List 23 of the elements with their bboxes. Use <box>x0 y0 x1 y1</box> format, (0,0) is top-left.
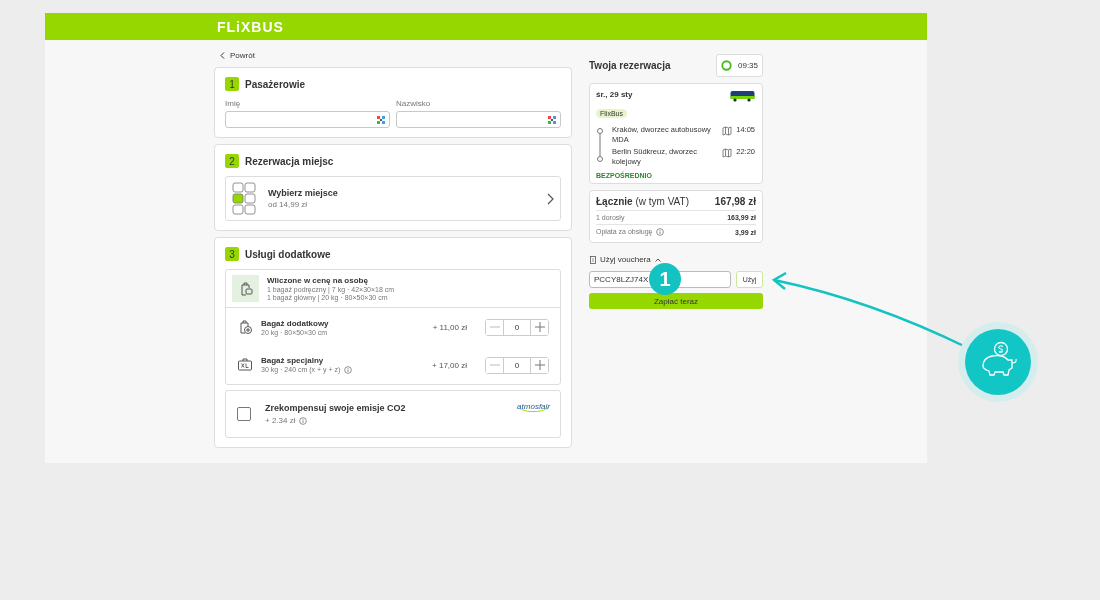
item-title: Bagaż specjalny <box>261 355 325 365</box>
field-label: Nazwisko <box>396 99 432 108</box>
option-title: Wybierz miejsce <box>268 188 339 198</box>
option-price: od 14,99 zł <box>268 200 309 209</box>
step-number: 3 <box>225 247 239 261</box>
total-price: 167,98 zł <box>714 196 756 207</box>
step-number: 2 <box>225 154 239 168</box>
item-title: Bagaż dodatkowy <box>261 318 330 328</box>
item-price: + 11,00 zł <box>432 322 467 332</box>
field-label: Imię <box>225 99 242 108</box>
section-title: Rezerwacja miejsc <box>245 155 334 167</box>
section-title: Usługi dodatkowe <box>245 248 331 260</box>
included-title: Wliczone w cenę na osobę <box>267 276 369 285</box>
section-title: Pasażerowie <box>245 78 306 90</box>
booking-title: Twoja rezerwacja <box>589 60 671 71</box>
step-number: 1 <box>225 77 239 91</box>
co2-price: + 2.34 zł <box>265 416 504 425</box>
co2-title: Zrekompensuj swoje emisje CO2 <box>265 403 407 413</box>
timer: 09:35 <box>716 54 763 77</box>
total-label: Łącznie (w tym VAT) <box>596 196 689 207</box>
item-price: + 17,00 zł <box>432 360 467 370</box>
partner-logo: atmosfair <box>517 391 550 412</box>
trip-date: śr., 29 sty <box>596 90 633 99</box>
